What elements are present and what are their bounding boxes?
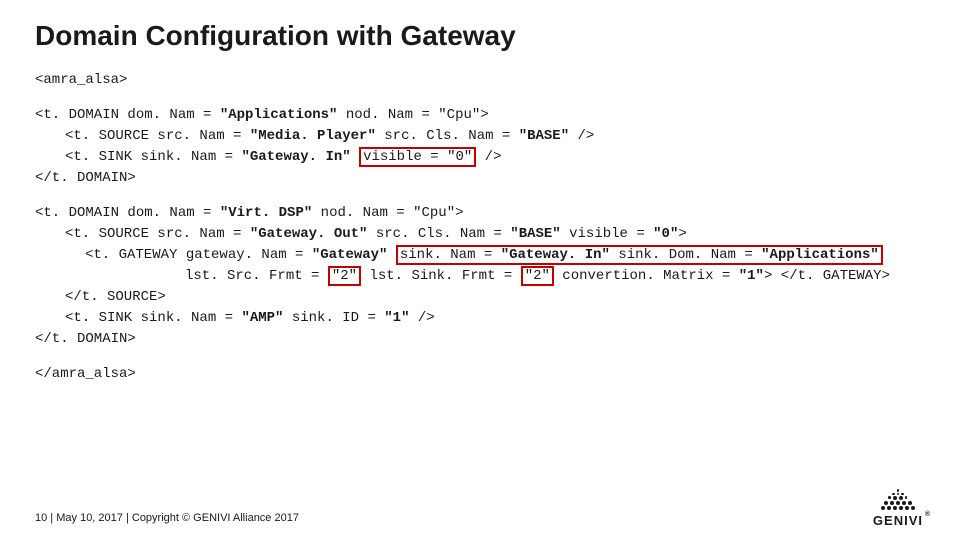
code-line: <amra_alsa> <box>35 70 923 91</box>
code-line: <t. DOMAIN dom. Nam = "Virt. DSP" nod. N… <box>35 203 923 224</box>
highlight-box-sink-domain: sink. Nam = "Gateway. In" sink. Dom. Nam… <box>396 245 883 265</box>
registered-icon: ® <box>925 511 931 518</box>
footer: 10 | May 10, 2017 | Copyright © GENIVI A… <box>35 512 299 524</box>
code-line: </amra_alsa> <box>35 364 923 385</box>
code-line: <t. SINK sink. Nam = "AMP" sink. ID = "1… <box>35 308 923 329</box>
highlight-box-visible-0: visible = "0" <box>359 147 476 167</box>
code-line: <t. SOURCE src. Nam = "Media. Player" sr… <box>35 126 923 147</box>
code-line: <t. SOURCE src. Nam = "Gateway. Out" src… <box>35 224 923 245</box>
code-line: </t. SOURCE> <box>35 287 923 308</box>
genivi-logo: GENIVI® <box>873 489 923 528</box>
code-line: </t. DOMAIN> <box>35 168 923 189</box>
footer-copyright: Copyright © GENIVI Alliance 2017 <box>132 512 299 524</box>
code-block: <amra_alsa> <t. DOMAIN dom. Nam = "Appli… <box>35 70 923 385</box>
code-line: lst. Src. Frmt = "2" lst. Sink. Frmt = "… <box>35 266 923 287</box>
page-number: 10 <box>35 512 47 524</box>
logo-icon <box>873 489 923 511</box>
code-line: <t. DOMAIN dom. Nam = "Applications" nod… <box>35 105 923 126</box>
code-line: <t. SINK sink. Nam = "Gateway. In" visib… <box>35 147 923 168</box>
code-line: </t. DOMAIN> <box>35 329 923 350</box>
highlight-box-sink-frmt: "2" <box>521 266 554 286</box>
code-line: <t. GATEWAY gateway. Nam = "Gateway" sin… <box>35 245 923 266</box>
highlight-box-src-frmt: "2" <box>328 266 361 286</box>
footer-date: May 10, 2017 <box>56 512 123 524</box>
page-title: Domain Configuration with Gateway <box>35 20 923 52</box>
logo-text: GENIVI® <box>873 513 923 528</box>
